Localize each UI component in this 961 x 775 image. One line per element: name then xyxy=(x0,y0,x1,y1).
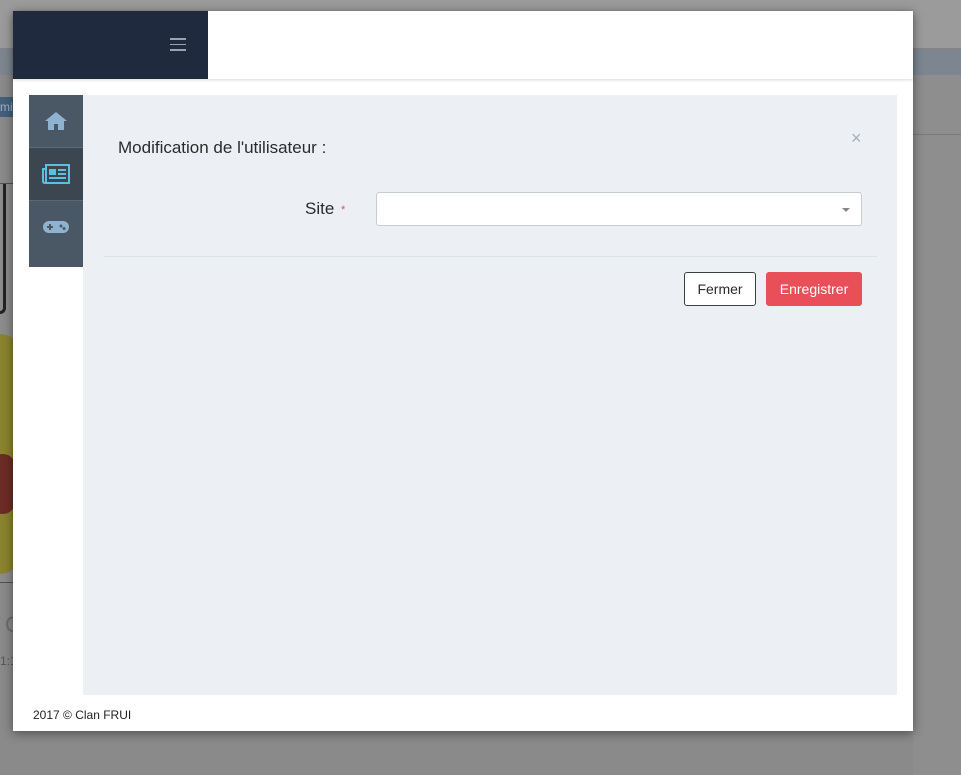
background-panel xyxy=(913,75,961,775)
background-badge: mi xyxy=(0,97,13,117)
modal-title: Modification de l'utilisateur : xyxy=(118,138,327,157)
sidebar-item-games[interactable] xyxy=(29,201,83,253)
save-button[interactable]: Enregistrer xyxy=(766,272,862,306)
footer-copyright: 2017 © Clan FRUI xyxy=(33,708,132,722)
newspaper-icon xyxy=(42,164,70,184)
topbar xyxy=(13,11,913,79)
app-window: × Modification de l'utilisateur : Site *… xyxy=(13,11,913,731)
close-button[interactable]: Fermer xyxy=(684,272,756,306)
site-label: Site xyxy=(305,199,335,218)
site-select[interactable] xyxy=(376,192,862,226)
home-icon xyxy=(45,112,67,130)
chevron-down-icon xyxy=(842,208,850,212)
sidebar-item-home[interactable] xyxy=(29,95,83,147)
sidebar xyxy=(29,95,83,267)
required-marker: * xyxy=(341,204,346,216)
modal: × Modification de l'utilisateur : Site *… xyxy=(83,95,897,695)
gamepad-icon xyxy=(43,221,69,233)
sidebar-item-news[interactable] xyxy=(29,148,83,200)
modal-divider xyxy=(104,256,877,257)
close-icon[interactable]: × xyxy=(851,129,862,147)
brand-area xyxy=(13,11,208,79)
background-divider xyxy=(913,134,961,135)
background-image-fragment xyxy=(0,183,13,583)
menu-toggle-icon[interactable] xyxy=(170,38,186,52)
